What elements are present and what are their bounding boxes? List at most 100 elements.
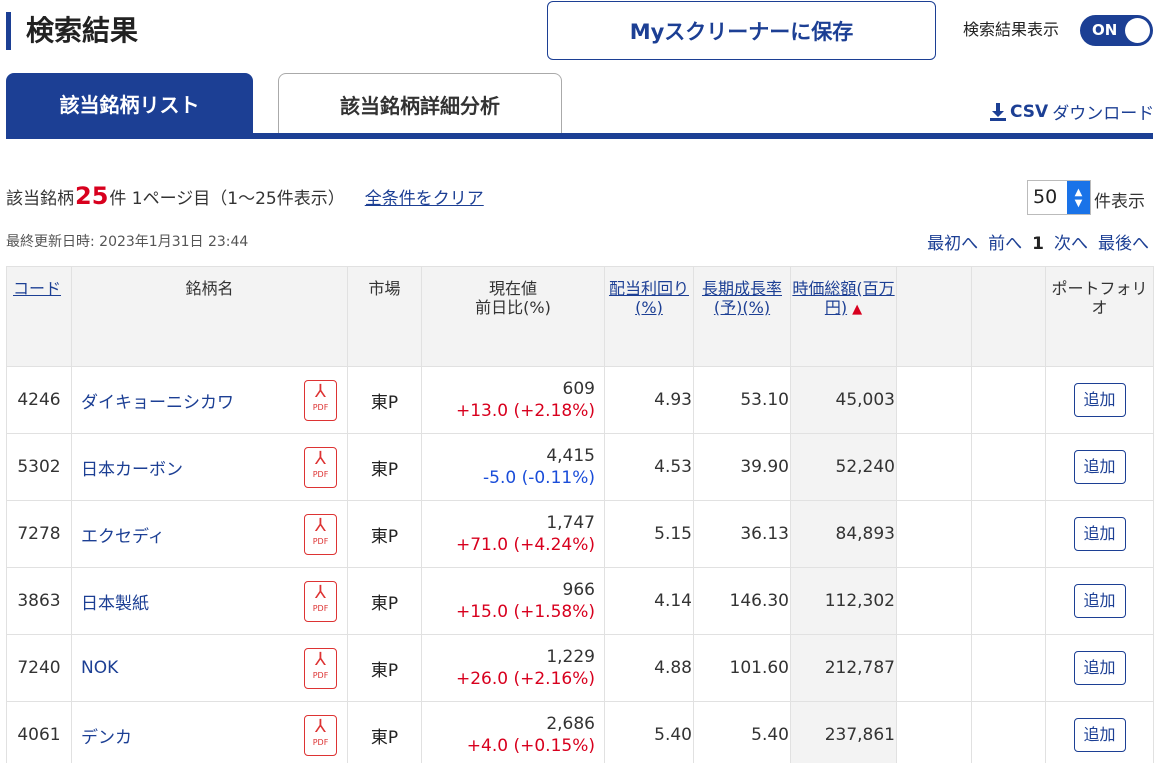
stock-code: 5302	[6, 433, 72, 501]
stock-code: 4246	[6, 366, 72, 434]
pager-last[interactable]: 最後へ	[1098, 229, 1149, 254]
pdf-icon[interactable]: ⅄ PDF	[304, 380, 337, 421]
price-change: +71.0 (+4.24%)	[455, 535, 595, 555]
page-title: 検索結果	[26, 14, 139, 47]
per-page-suffix: 件表示	[1094, 192, 1145, 212]
growth-rate: 5.40	[693, 701, 791, 763]
add-to-portfolio-button[interactable]: 追加	[1073, 450, 1126, 484]
portfolio-cell: 追加	[1045, 366, 1154, 434]
add-to-portfolio-button[interactable]: 追加	[1073, 651, 1126, 685]
header-name: 銘柄名	[71, 266, 348, 367]
market-cap: 84,893	[790, 500, 897, 568]
pdf-icon[interactable]: ⅄ PDF	[304, 581, 337, 622]
header-empty-1	[896, 266, 972, 367]
add-to-portfolio-button[interactable]: 追加	[1073, 718, 1126, 752]
stock-code: 7240	[6, 634, 72, 702]
price-change: -5.0 (-0.11%)	[483, 468, 595, 488]
result-display-toggle[interactable]: ON	[1080, 15, 1153, 46]
current-price: 2,686	[546, 714, 595, 734]
table-row: 5302 日本カーボン ⅄ PDF 東P 4,415 -5.0 (-0.11%) 4.53 39…	[6, 433, 1154, 501]
stock-code: 3863	[6, 567, 72, 635]
market-cap: 45,003	[790, 366, 897, 434]
empty-cell-1	[896, 567, 972, 635]
current-price: 609	[562, 379, 595, 399]
pdf-icon[interactable]: ⅄ PDF	[304, 514, 337, 555]
pager-current: 1	[1032, 234, 1044, 254]
csv-download-link[interactable]: CSV ダウンロード	[990, 99, 1154, 124]
summary-prefix: 該当銘柄	[6, 189, 74, 209]
results-table: コード 銘柄名 市場 現在値 前日比(%) 配当利回り(%) 長期成長率(予)(%…	[6, 266, 1154, 763]
portfolio-cell: 追加	[1045, 701, 1154, 763]
stock-name-cell: 日本カーボン ⅄ PDF	[71, 433, 348, 501]
growth-rate: 146.30	[693, 567, 791, 635]
market-cap: 237,861	[790, 701, 897, 763]
empty-cell-2	[971, 500, 1046, 568]
stock-name-cell: 日本製紙 ⅄ PDF	[71, 567, 348, 635]
header-growth-rate[interactable]: 長期成長率(予)(%)	[693, 266, 791, 367]
stock-name-link[interactable]: 日本カーボン	[81, 460, 183, 480]
save-to-my-screener-button[interactable]: Myスクリーナーに保存	[547, 1, 936, 60]
title-accent-bar	[6, 12, 11, 50]
pdf-label: PDF	[312, 537, 329, 546]
empty-cell-1	[896, 500, 972, 568]
pager-next[interactable]: 次へ	[1054, 229, 1088, 254]
pdf-label: PDF	[312, 604, 329, 613]
toggle-state-text: ON	[1092, 21, 1118, 39]
stock-name-cell: エクセディ ⅄ PDF	[71, 500, 348, 568]
header-market-cap[interactable]: 時価総額(百万円) ▲	[790, 266, 897, 367]
header-price: 現在値 前日比(%)	[421, 266, 605, 367]
market-cap: 212,787	[790, 634, 897, 702]
acrobat-icon: ⅄	[315, 582, 326, 603]
header-dividend-yield[interactable]: 配当利回り(%)	[604, 266, 694, 367]
add-to-portfolio-button[interactable]: 追加	[1073, 584, 1126, 618]
table-row: 7278 エクセディ ⅄ PDF 東P 1,747 +71.0 (+4.24%) 5.15 36…	[6, 500, 1154, 568]
empty-cell-1	[896, 433, 972, 501]
stock-name-link[interactable]: ダイキョーニシカワ	[81, 393, 234, 413]
add-to-portfolio-button[interactable]: 追加	[1073, 517, 1126, 551]
price-cell: 609 +13.0 (+2.18%)	[421, 366, 605, 434]
empty-cell-2	[971, 634, 1046, 702]
add-to-portfolio-button[interactable]: 追加	[1073, 383, 1126, 417]
pagination: 最初へ 前へ 1 次へ 最後へ	[927, 229, 1149, 254]
dividend-yield: 4.53	[604, 433, 694, 501]
clear-all-conditions-link[interactable]: 全条件をクリア	[365, 184, 484, 209]
price-change: +13.0 (+2.18%)	[455, 401, 595, 421]
pager-first[interactable]: 最初へ	[927, 229, 978, 254]
spinner-icon[interactable]: ▲ ▼	[1067, 181, 1090, 214]
stock-name-link[interactable]: エクセディ	[81, 527, 165, 547]
tab-stock-analysis[interactable]: 該当銘柄詳細分析	[278, 73, 562, 134]
stock-name-link[interactable]: デンカ	[81, 728, 132, 748]
stock-name-link[interactable]: 日本製紙	[81, 594, 149, 614]
table-row: 3863 日本製紙 ⅄ PDF 東P 966 +15.0 (+1.58%) 4.14 146.3…	[6, 567, 1154, 635]
empty-cell-2	[971, 701, 1046, 763]
pdf-label: PDF	[312, 671, 329, 680]
empty-cell-1	[896, 366, 972, 434]
pdf-icon[interactable]: ⅄ PDF	[304, 715, 337, 756]
current-price: 4,415	[546, 446, 595, 466]
tab-underline	[6, 133, 1153, 139]
acrobat-icon: ⅄	[315, 649, 326, 670]
pdf-icon[interactable]: ⅄ PDF	[304, 447, 337, 488]
current-price: 966	[562, 580, 595, 600]
market: 東P	[347, 500, 422, 568]
pager-prev[interactable]: 前へ	[988, 229, 1022, 254]
result-summary: 該当銘柄 25 件 1ページ目（1〜25件表示） 全条件をクリア	[6, 182, 484, 210]
dividend-yield: 4.14	[604, 567, 694, 635]
tab-stock-list[interactable]: 該当銘柄リスト	[6, 73, 253, 134]
stock-name-cell: ダイキョーニシカワ ⅄ PDF	[71, 366, 348, 434]
current-price: 1,747	[546, 513, 595, 533]
pdf-icon[interactable]: ⅄ PDF	[304, 648, 337, 689]
per-page-value: 50	[1033, 186, 1058, 208]
empty-cell-2	[971, 433, 1046, 501]
stock-name-cell: デンカ ⅄ PDF	[71, 701, 348, 763]
result-display-label: 検索結果表示	[963, 20, 1060, 39]
download-icon	[990, 102, 1006, 121]
price-cell: 966 +15.0 (+1.58%)	[421, 567, 605, 635]
header-code[interactable]: コード	[6, 266, 72, 367]
per-page-select[interactable]: 50 ▲ ▼	[1027, 180, 1091, 215]
table-row: 4061 デンカ ⅄ PDF 東P 2,686 +4.0 (+0.15%) 5.40 5.40 2…	[6, 701, 1154, 763]
market-cap: 52,240	[790, 433, 897, 501]
acrobat-icon: ⅄	[315, 381, 326, 402]
header-empty-2	[971, 266, 1046, 367]
stock-name-link[interactable]: NOK	[81, 658, 118, 678]
